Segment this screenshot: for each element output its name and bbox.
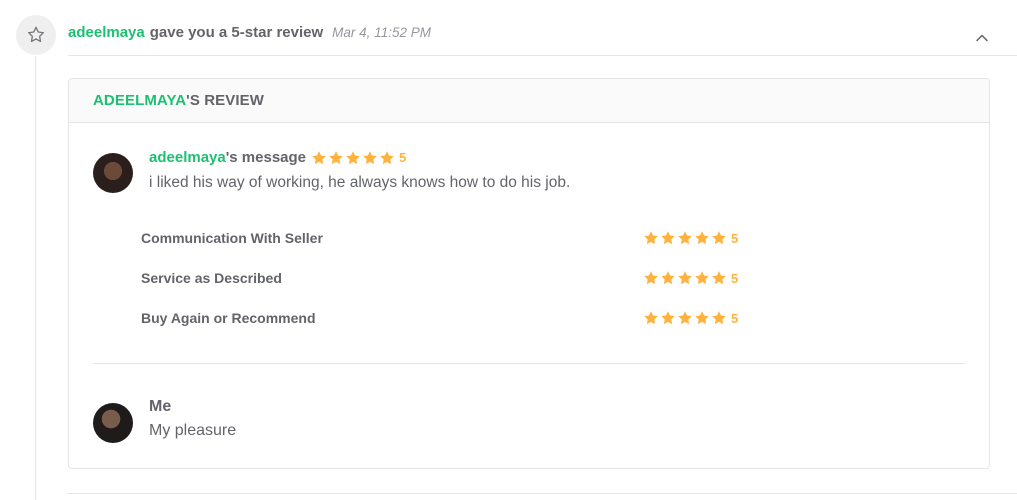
review-card: ADEELMAYA 'S REVIEW adeelmaya 's message…: [68, 78, 990, 469]
review-title-username[interactable]: ADEELMAYA: [93, 92, 186, 109]
reply-author: Me: [149, 398, 172, 415]
buyer-rating-value: 5: [399, 150, 407, 165]
star-icon: [712, 271, 726, 285]
star-icon: [695, 311, 709, 325]
timeline-line: [35, 56, 36, 500]
event-star-badge: [16, 15, 56, 55]
breakdown-label: Buy Again or Recommend: [141, 310, 316, 326]
event-header: adeelmaya gave you a 5-star review Mar 4…: [68, 24, 431, 44]
collapse-button[interactable]: [972, 30, 992, 46]
star-icon: [661, 231, 675, 245]
breakdown-label: Service as Described: [141, 270, 282, 286]
breakdown-row: Service as Described 5: [141, 268, 761, 288]
buyer-message-text: i liked his way of working, he always kn…: [149, 174, 571, 191]
star-icon: [678, 311, 692, 325]
breakdown-star-rating: 5: [643, 270, 738, 286]
star-icon: [678, 271, 692, 285]
star-icon: [678, 231, 692, 245]
star-icon: [644, 231, 658, 245]
reply-message: My pleasure: [149, 422, 237, 439]
breakdown-rating-value: 5: [731, 310, 739, 326]
breakdown-star-rating: 5: [643, 310, 738, 326]
buyer-message-header: adeelmaya 's message 5: [149, 149, 406, 166]
breakdown-star-rating: 5: [643, 230, 738, 246]
buyer-star-rating: 5: [311, 150, 406, 166]
star-icon: [329, 150, 343, 164]
star-icon: [644, 311, 658, 325]
review-title-suffix: 'S REVIEW: [186, 92, 264, 109]
star-icon: [712, 311, 726, 325]
seller-avatar[interactable]: [93, 403, 133, 443]
star-outline-icon: [28, 26, 44, 43]
star-icon: [695, 271, 709, 285]
star-icon: [363, 150, 377, 164]
event-timestamp: Mar 4, 11:52 PM: [332, 25, 431, 40]
event-text: gave you a 5-star review: [149, 24, 324, 41]
star-icon: [346, 150, 360, 164]
star-icon: [661, 271, 675, 285]
star-icon: [312, 150, 326, 164]
star-icon: [661, 311, 675, 325]
buyer-username-link[interactable]: adeelmaya: [149, 149, 226, 166]
card-divider: [93, 363, 965, 364]
header-divider: [68, 55, 1017, 56]
review-card-header: ADEELMAYA 'S REVIEW: [69, 79, 989, 123]
breakdown-rating-value: 5: [731, 230, 739, 246]
star-icon: [712, 231, 726, 245]
buyer-message-suffix: 's message: [225, 149, 307, 166]
breakdown-row: Communication With Seller 5: [141, 228, 761, 248]
breakdown-label: Communication With Seller: [141, 230, 323, 246]
bottom-divider: [68, 493, 1017, 494]
buyer-avatar[interactable]: [93, 153, 133, 193]
event-username-link[interactable]: adeelmaya: [68, 24, 145, 41]
star-icon: [644, 271, 658, 285]
chevron-up-icon: [976, 34, 988, 42]
breakdown-rating-value: 5: [731, 270, 739, 286]
star-icon: [695, 231, 709, 245]
star-icon: [380, 150, 394, 164]
breakdown-row: Buy Again or Recommend 5: [141, 308, 761, 328]
